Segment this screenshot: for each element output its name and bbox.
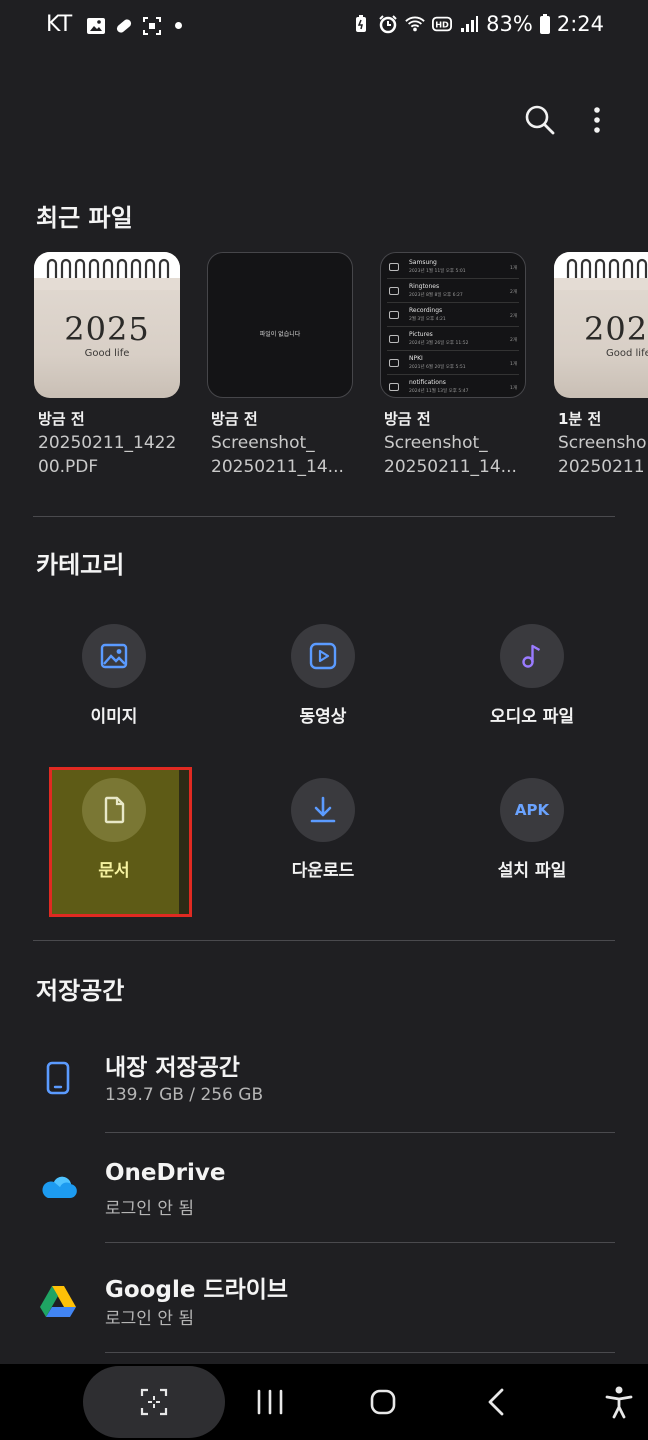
file-name: 20250211_1422 00.PDF <box>38 433 177 477</box>
storage-status: 로그인 안 됨 <box>105 1309 195 1329</box>
calendar-rings <box>554 252 648 290</box>
storage-title-label: Google 드라이브 <box>105 1277 289 1303</box>
file-thumbnail: Samsung 2023년 1월 11일 오후 5:01 1개 Ringtones 2… <box>380 252 526 398</box>
audio-icon <box>522 644 541 668</box>
clock: 2:24 <box>556 12 604 36</box>
alarm-icon <box>379 15 397 34</box>
file-time: 1분 전 <box>558 410 602 428</box>
download-icon <box>310 796 336 823</box>
wifi-icon <box>405 16 425 32</box>
category-label: 문서 <box>98 861 130 881</box>
more-options-icon[interactable] <box>584 102 610 138</box>
storage-usage: 139.7 GB / 256 GB <box>105 1085 264 1105</box>
recents-icon[interactable] <box>250 1382 290 1422</box>
navigation-bar <box>0 1364 648 1440</box>
battery-percent: 83% <box>486 12 533 36</box>
category-label: 동영상 <box>299 707 347 727</box>
video-icon <box>309 642 337 670</box>
svg-text:HD: HD <box>435 20 449 30</box>
recent-file-item[interactable]: 2025 Good life 방금 전 20250211_1422 00.PDF <box>34 252 180 479</box>
category-downloads[interactable]: 다운로드 <box>243 778 403 881</box>
recent-files-title: 최근 파일 <box>36 204 133 232</box>
calendar-rings <box>34 252 180 290</box>
screen-capture-icon <box>143 17 161 35</box>
category-videos[interactable]: 동영상 <box>243 624 403 727</box>
file-thumbnail: 2025 Good life <box>34 252 180 398</box>
category-images[interactable]: 이미지 <box>34 624 194 727</box>
file-thumbnail: 파일이 없습니다 <box>207 252 353 398</box>
battery-icon <box>539 14 550 34</box>
recent-files-list: 2025 Good life 방금 전 20250211_1422 00.PDF… <box>34 252 648 492</box>
hd-icon: HD <box>432 16 453 32</box>
recent-file-item[interactable]: 2025 Good life 1분 전 Screensho 20250211 <box>554 252 648 479</box>
storage-internal[interactable]: 내장 저장공간 139.7 GB / 256 GB <box>0 1030 648 1140</box>
storage-title-label: 내장 저장공간 <box>105 1055 240 1081</box>
file-time: 방금 전 <box>211 410 258 428</box>
accessibility-icon[interactable] <box>599 1382 639 1422</box>
file-name: Screenshot_ 20250211_14... <box>211 433 344 477</box>
category-installation-files[interactable]: APK 설치 파일 <box>452 778 612 881</box>
apk-icon: APK <box>514 801 550 819</box>
category-documents[interactable]: 문서 <box>34 778 194 881</box>
recent-file-item[interactable]: 파일이 없습니다 방금 전 Screenshot_ 20250211_14... <box>207 252 353 479</box>
screen-capture-button[interactable] <box>83 1366 225 1438</box>
screen-capture-icon <box>140 1388 168 1416</box>
category-audio[interactable]: 오디오 파일 <box>452 624 612 727</box>
image-icon <box>100 643 128 669</box>
file-time: 방금 전 <box>38 410 85 428</box>
storage-onedrive[interactable]: OneDrive 로그인 안 됨 <box>0 1140 648 1250</box>
section-divider <box>33 940 615 941</box>
status-bar: KT HD 83% 2:24 <box>0 0 648 56</box>
onedrive-icon <box>42 1176 77 1198</box>
category-label: 오디오 파일 <box>489 707 575 727</box>
home-icon[interactable] <box>363 1382 403 1422</box>
categories-title: 카테고리 <box>36 551 125 579</box>
storage-google-drive[interactable]: Google 드라이브 로그인 안 됨 <box>0 1250 648 1360</box>
phone-icon <box>46 1061 70 1095</box>
document-icon <box>104 796 125 824</box>
section-divider <box>33 516 615 517</box>
recent-file-item[interactable]: Samsung 2023년 1월 11일 오후 5:01 1개 Ringtones 2… <box>380 252 526 479</box>
carrier-label: KT <box>46 12 73 37</box>
search-icon[interactable] <box>522 102 558 138</box>
category-label: 다운로드 <box>291 861 355 881</box>
signal-icon <box>461 16 479 32</box>
file-name: Screenshot_ 20250211_14... <box>384 433 517 477</box>
notification-dot <box>175 22 182 29</box>
link-icon <box>116 19 132 33</box>
storage-status: 로그인 안 됨 <box>105 1199 195 1219</box>
battery-saver-icon <box>356 15 367 32</box>
google-drive-icon <box>40 1286 76 1317</box>
category-label: 이미지 <box>90 707 138 727</box>
storage-title: 저장공간 <box>36 977 125 1005</box>
category-label: 설치 파일 <box>497 861 567 881</box>
storage-title-label: OneDrive <box>105 1160 226 1186</box>
gallery-icon <box>87 18 105 34</box>
file-thumbnail: 2025 Good life <box>554 252 648 398</box>
file-time: 방금 전 <box>384 410 431 428</box>
back-icon[interactable] <box>477 1382 517 1422</box>
file-name: Screensho 20250211 <box>558 433 647 477</box>
